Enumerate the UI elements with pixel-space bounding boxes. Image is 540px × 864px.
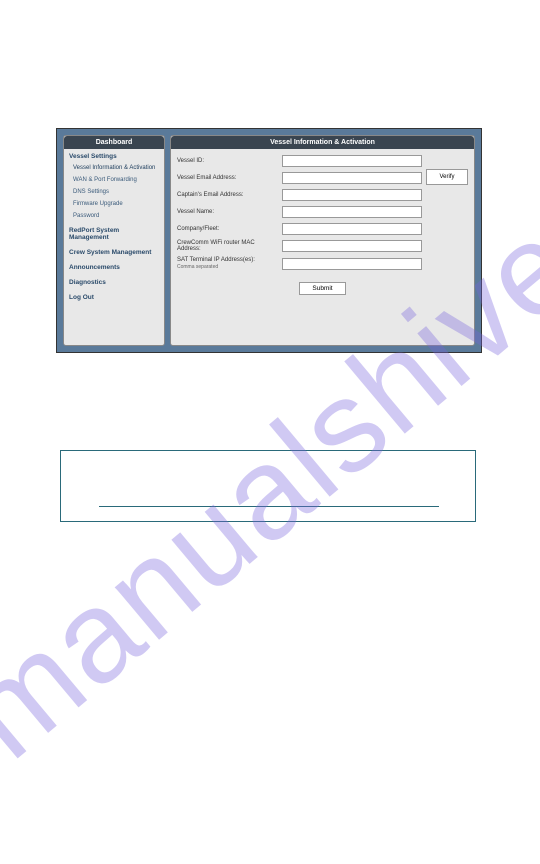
submit-button[interactable]: Submit [299,282,345,295]
app-frame: Dashboard Vessel Settings Vessel Informa… [56,128,482,353]
info-box-line [99,506,439,507]
row-company-fleet: Company/Fleet: [177,223,422,235]
verify-button[interactable]: Verify [426,169,468,185]
watermark: manualshive.com [0,3,540,787]
label-sat-ip-hint: Comma separated [177,264,279,270]
sidebar: Dashboard Vessel Settings Vessel Informa… [63,135,165,346]
label-vessel-name: Vessel Name: [177,209,279,215]
sidebar-header: Dashboard [64,136,164,149]
sidebar-item-announcements[interactable]: Announcements [64,259,164,274]
sidebar-item-password[interactable]: Password [64,210,164,222]
sidebar-item-firmware[interactable]: Firmware Upgrade [64,198,164,210]
input-captain-email[interactable] [282,189,422,201]
label-sat-ip: SAT Terminal IP Address(es): Comma separ… [177,257,279,270]
label-mac-address: CrewComm WiFi router MAC Address: [177,240,279,252]
input-vessel-id[interactable] [282,155,422,167]
sidebar-item-vessel-info[interactable]: Vessel Information & Activation [64,162,164,174]
sidebar-item-redport[interactable]: RedPort System Management [64,222,164,244]
verify-column: Verify [426,155,468,275]
sidebar-item-crew[interactable]: Crew System Management [64,244,164,259]
label-company-fleet: Company/Fleet: [177,226,279,232]
input-mac-address[interactable] [282,240,422,252]
submit-row: Submit [171,279,474,301]
label-sat-ip-text: SAT Terminal IP Address(es): [177,257,255,263]
sidebar-item-wan[interactable]: WAN & Port Forwarding [64,174,164,186]
info-box [60,450,476,522]
form-fields: Vessel ID: Vessel Email Address: Captain… [177,155,422,275]
row-mac-address: CrewComm WiFi router MAC Address: [177,240,422,252]
row-sat-ip: SAT Terminal IP Address(es): Comma separ… [177,257,422,270]
row-vessel-id: Vessel ID: [177,155,422,167]
row-captain-email: Captain's Email Address: [177,189,422,201]
main-header: Vessel Information & Activation [171,136,474,149]
sidebar-item-diagnostics[interactable]: Diagnostics [64,274,164,289]
row-vessel-email: Vessel Email Address: [177,172,422,184]
input-vessel-email[interactable] [282,172,422,184]
input-vessel-name[interactable] [282,206,422,218]
form-area: Vessel ID: Vessel Email Address: Captain… [171,149,474,279]
row-vessel-name: Vessel Name: [177,206,422,218]
sidebar-item-logout[interactable]: Log Out [64,289,164,304]
label-vessel-id: Vessel ID: [177,158,279,164]
label-captain-email: Captain's Email Address: [177,192,279,198]
main-panel: Vessel Information & Activation Vessel I… [170,135,475,346]
input-sat-ip[interactable] [282,258,422,270]
label-vessel-email: Vessel Email Address: [177,175,279,181]
sidebar-item-dns[interactable]: DNS Settings [64,186,164,198]
input-company-fleet[interactable] [282,223,422,235]
sidebar-section-vessel: Vessel Settings [64,149,164,162]
